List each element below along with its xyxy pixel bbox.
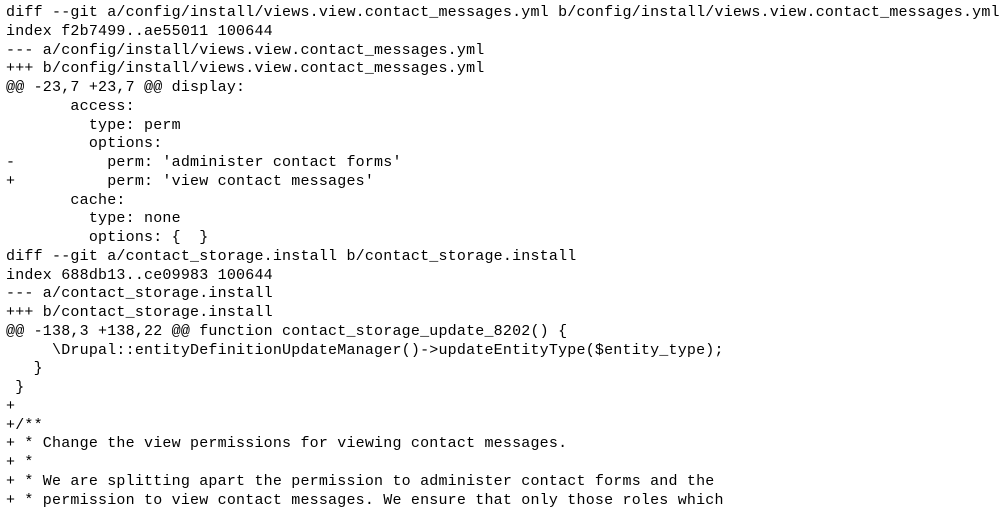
diff-line: \Drupal::entityDefinitionUpdateManager()… <box>6 342 994 361</box>
diff-line: } <box>6 379 994 398</box>
diff-line: index 688db13..ce09983 100644 <box>6 267 994 286</box>
diff-line: @@ -23,7 +23,7 @@ display: <box>6 79 994 98</box>
diff-line: type: perm <box>6 117 994 136</box>
diff-line: - perm: 'administer contact forms' <box>6 154 994 173</box>
diff-line: } <box>6 360 994 379</box>
diff-line: + <box>6 398 994 417</box>
diff-line: diff --git a/config/install/views.view.c… <box>6 4 994 23</box>
diff-line: +++ b/config/install/views.view.contact_… <box>6 60 994 79</box>
diff-line: options: { } <box>6 229 994 248</box>
diff-line: type: none <box>6 210 994 229</box>
diff-line: options: <box>6 135 994 154</box>
diff-output: diff --git a/config/install/views.view.c… <box>0 0 1000 508</box>
diff-line: @@ -138,3 +138,22 @@ function contact_st… <box>6 323 994 342</box>
diff-line: --- a/contact_storage.install <box>6 285 994 304</box>
diff-line: + perm: 'view contact messages' <box>6 173 994 192</box>
diff-line: +++ b/contact_storage.install <box>6 304 994 323</box>
diff-line: diff --git a/contact_storage.install b/c… <box>6 248 994 267</box>
diff-line: access: <box>6 98 994 117</box>
diff-line: index f2b7499..ae55011 100644 <box>6 23 994 42</box>
diff-line: + * <box>6 454 994 473</box>
diff-line: + * permission to view contact messages.… <box>6 492 994 508</box>
diff-line: + * We are splitting apart the permissio… <box>6 473 994 492</box>
diff-line: + * Change the view permissions for view… <box>6 435 994 454</box>
diff-line: +/** <box>6 417 994 436</box>
diff-line: --- a/config/install/views.view.contact_… <box>6 42 994 61</box>
diff-line: cache: <box>6 192 994 211</box>
